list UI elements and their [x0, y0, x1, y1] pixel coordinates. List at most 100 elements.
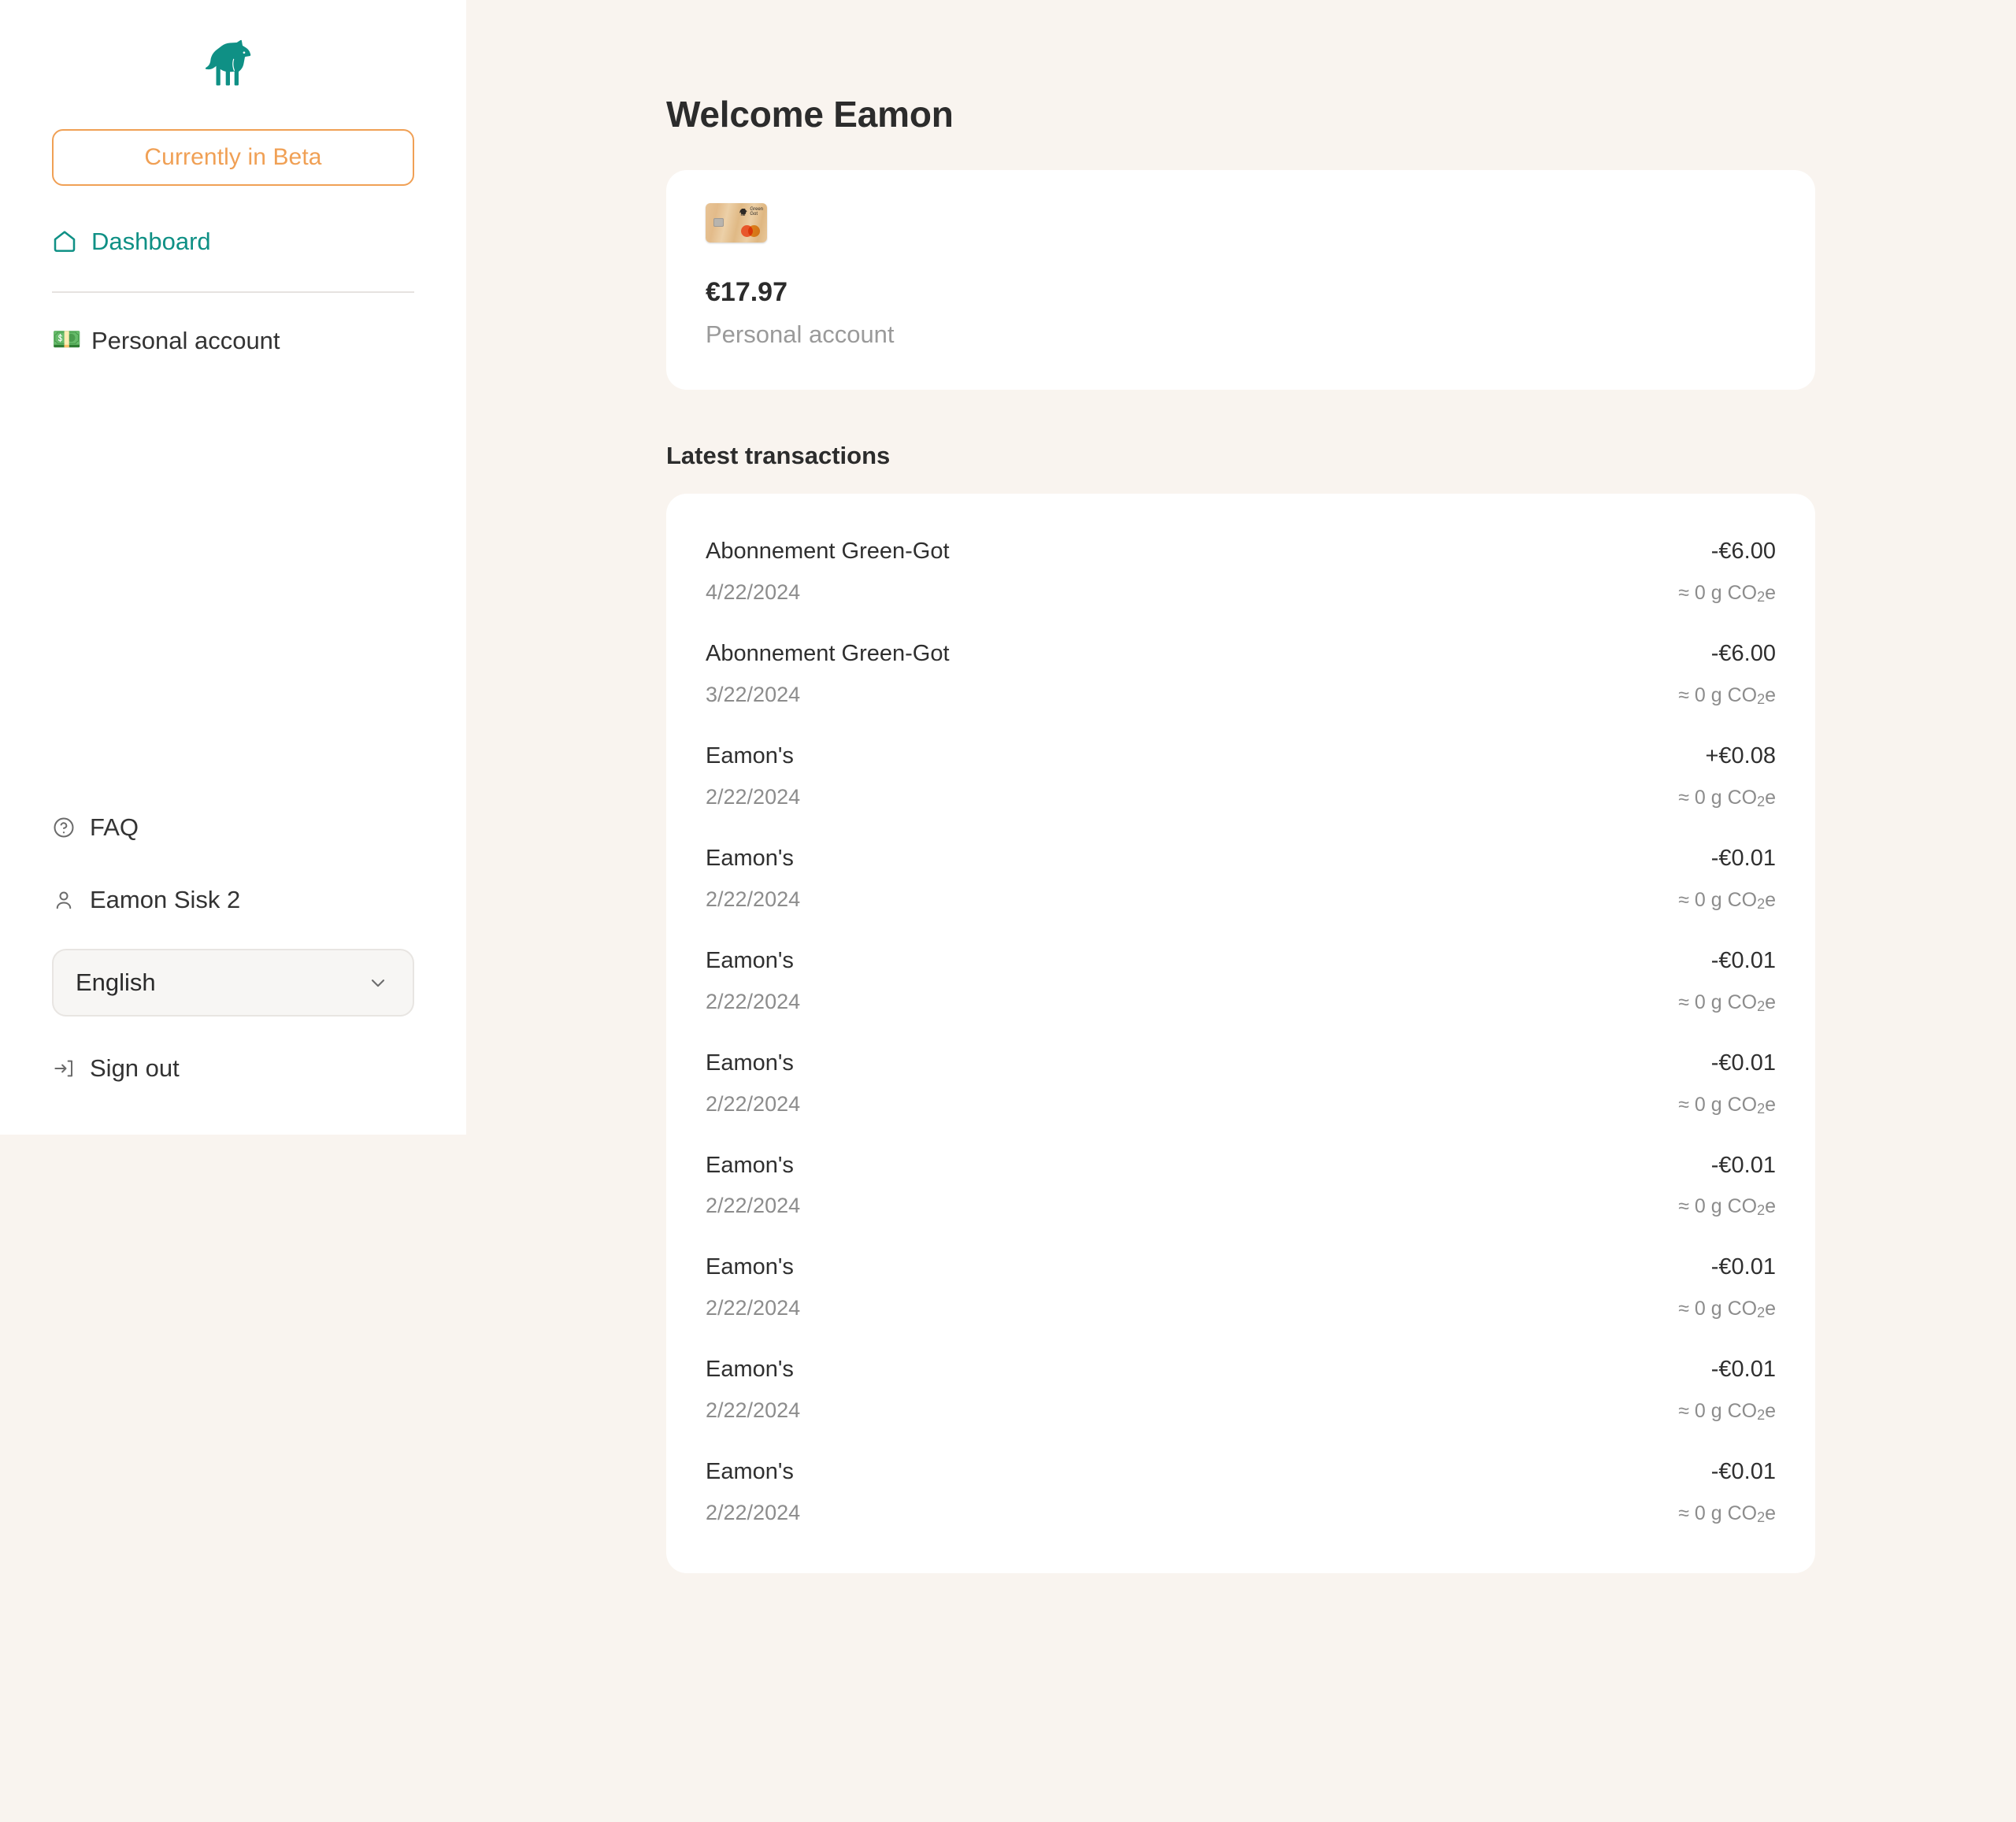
- transaction-values: -€0.01 ≈ 0 g CO2e: [1678, 1357, 1776, 1424]
- transaction-date: 3/22/2024: [706, 682, 801, 706]
- transaction-date: 2/22/2024: [706, 1091, 801, 1116]
- transaction-date: 2/22/2024: [706, 887, 801, 911]
- green-got-card-image: Green Got: [706, 203, 767, 243]
- transaction-date: 2/22/2024: [706, 989, 801, 1013]
- transaction-values: -€0.01 ≈ 0 g CO2e: [1678, 1153, 1776, 1220]
- app-root: Currently in Beta Dashboard 💵 Personal a…: [0, 0, 2016, 1822]
- main-content: Welcome Eamon Green Got €17.97 Personal a…: [666, 0, 1815, 1574]
- home-icon: [52, 228, 77, 254]
- transaction-amount: -€0.01: [1710, 1357, 1776, 1383]
- transaction-name: Abonnement Green-Got: [706, 539, 950, 564]
- transaction-co2: ≈ 0 g CO2e: [1678, 1093, 1776, 1117]
- transaction-co2: ≈ 0 g CO2e: [1678, 1400, 1776, 1424]
- balance-card[interactable]: Green Got €17.97 Personal account: [666, 170, 1815, 390]
- sign-out-button[interactable]: Sign out: [52, 1050, 414, 1087]
- balance-amount: €17.97: [706, 277, 788, 307]
- brand-logo[interactable]: [52, 31, 414, 94]
- transaction-details: Eamon's 2/22/2024: [706, 1357, 800, 1423]
- table-row[interactable]: Eamon's 2/22/2024 -€0.01 ≈ 0 g CO2e: [706, 1236, 1776, 1339]
- table-row[interactable]: Eamon's 2/22/2024 -€0.01 ≈ 0 g CO2e: [706, 930, 1776, 1032]
- sidebar-divider: [52, 291, 414, 293]
- transaction-name: Eamon's: [706, 1050, 794, 1076]
- euro-banknote-icon: 💵: [52, 327, 82, 353]
- transaction-co2: ≈ 0 g CO2e: [1678, 888, 1776, 912]
- question-circle-icon: [52, 816, 76, 839]
- user-profile-link[interactable]: Eamon Sisk 2: [52, 881, 414, 919]
- table-row[interactable]: Eamon's 2/22/2024 -€0.01 ≈ 0 g CO2e: [706, 1032, 1776, 1135]
- table-row[interactable]: Eamon's 2/22/2024 +€0.08 ≈ 0 g CO2e: [706, 725, 1776, 828]
- transaction-details: Eamon's 2/22/2024: [706, 947, 801, 1014]
- person-icon: [52, 888, 76, 912]
- beta-badge[interactable]: Currently in Beta: [52, 129, 414, 186]
- transaction-date: 2/22/2024: [706, 1194, 801, 1218]
- transaction-co2: ≈ 0 g CO2e: [1678, 991, 1776, 1014]
- user-name-label: Eamon Sisk 2: [90, 886, 241, 913]
- card-brand-text: Green Got: [750, 207, 763, 217]
- transaction-values: -€0.01 ≈ 0 g CO2e: [1678, 1255, 1776, 1321]
- transaction-date: 2/22/2024: [706, 784, 801, 809]
- transaction-details: Eamon's 2/22/2024: [706, 743, 801, 809]
- table-row[interactable]: Eamon's 2/22/2024 -€0.01 ≈ 0 g CO2e: [706, 1441, 1776, 1543]
- transaction-co2: ≈ 0 g CO2e: [1678, 581, 1776, 605]
- transaction-date: 4/22/2024: [706, 580, 801, 604]
- sidebar-item-personal-account[interactable]: 💵 Personal account: [52, 318, 414, 362]
- fox-logo-icon: [206, 39, 261, 87]
- sidebar-footer: FAQ Eamon Sisk 2 English Sign out: [52, 809, 414, 1135]
- transaction-details: Eamon's 2/22/2024: [706, 846, 800, 912]
- table-row[interactable]: Eamon's 2/22/2024 -€0.01 ≈ 0 g CO2e: [706, 1339, 1776, 1441]
- sidebar: Currently in Beta Dashboard 💵 Personal a…: [0, 0, 466, 1135]
- latest-transactions-title: Latest transactions: [666, 442, 891, 469]
- balance-account-name: Personal account: [706, 320, 895, 348]
- transaction-details: Abonnement Green-Got 4/22/2024: [706, 539, 950, 605]
- transaction-name: Eamon's: [706, 1357, 794, 1383]
- transaction-name: Abonnement Green-Got: [706, 640, 950, 666]
- transaction-name: Eamon's: [706, 1152, 794, 1178]
- transaction-co2: ≈ 0 g CO2e: [1678, 1502, 1776, 1526]
- transaction-amount: -€6.00: [1710, 640, 1776, 666]
- sidebar-item-dashboard[interactable]: Dashboard: [52, 219, 414, 263]
- table-row[interactable]: Eamon's 2/22/2024 -€0.01 ≈ 0 g CO2e: [706, 828, 1776, 930]
- language-select-value: English: [76, 968, 156, 996]
- transaction-amount: -€0.01: [1710, 1050, 1776, 1076]
- transaction-name: Eamon's: [706, 845, 794, 871]
- transaction-values: -€0.01 ≈ 0 g CO2e: [1678, 1050, 1776, 1117]
- transaction-amount: -€0.01: [1710, 1459, 1776, 1485]
- transaction-values: +€0.08 ≈ 0 g CO2e: [1678, 743, 1776, 810]
- sidebar-item-dashboard-label: Dashboard: [91, 227, 211, 255]
- transaction-amount: -€0.01: [1710, 947, 1776, 973]
- table-row[interactable]: Eamon's 2/22/2024 -€0.01 ≈ 0 g CO2e: [706, 1135, 1776, 1237]
- transaction-name: Eamon's: [706, 743, 794, 768]
- chevron-down-icon: [367, 972, 389, 994]
- transaction-details: Eamon's 2/22/2024: [706, 1152, 801, 1219]
- transaction-values: -€6.00 ≈ 0 g CO2e: [1678, 539, 1776, 605]
- transaction-amount: -€6.00: [1710, 539, 1776, 564]
- transaction-values: -€0.01 ≈ 0 g CO2e: [1678, 1459, 1776, 1526]
- language-select[interactable]: English: [52, 949, 414, 1017]
- transaction-amount: -€0.01: [1710, 1254, 1776, 1280]
- sign-out-label: Sign out: [90, 1054, 180, 1082]
- transaction-details: Eamon's 2/22/2024: [706, 1459, 801, 1525]
- transactions-list: Abonnement Green-Got 4/22/2024 -€6.00 ≈ 0 g…: [666, 494, 1815, 1574]
- table-row[interactable]: Abonnement Green-Got 3/22/2024 -€6.00 ≈ 0 g…: [706, 623, 1776, 725]
- faq-label: FAQ: [90, 813, 139, 841]
- transaction-co2: ≈ 0 g CO2e: [1678, 1195, 1776, 1219]
- transaction-values: -€0.01 ≈ 0 g CO2e: [1678, 947, 1776, 1015]
- transaction-details: Abonnement Green-Got 3/22/2024: [706, 640, 950, 707]
- card-brand-mark: Green Got: [739, 207, 763, 217]
- transaction-name: Eamon's: [706, 947, 794, 973]
- transaction-name: Eamon's: [706, 1254, 794, 1280]
- transaction-values: -€0.01 ≈ 0 g CO2e: [1678, 846, 1776, 913]
- transaction-details: Eamon's 2/22/2024: [706, 1255, 800, 1320]
- transaction-values: -€6.00 ≈ 0 g CO2e: [1678, 640, 1776, 708]
- page-title: Welcome Eamon: [666, 94, 954, 135]
- faq-link[interactable]: FAQ: [52, 809, 414, 846]
- transaction-date: 2/22/2024: [706, 1296, 801, 1320]
- table-row[interactable]: Abonnement Green-Got 4/22/2024 -€6.00 ≈ 0 g…: [706, 520, 1776, 623]
- transaction-co2: ≈ 0 g CO2e: [1678, 786, 1776, 809]
- transaction-amount: -€0.01: [1710, 845, 1776, 871]
- transaction-name: Eamon's: [706, 1459, 794, 1485]
- mastercard-logo-icon: [741, 225, 760, 237]
- card-chip-icon: [713, 218, 724, 227]
- transaction-date: 2/22/2024: [706, 1501, 801, 1525]
